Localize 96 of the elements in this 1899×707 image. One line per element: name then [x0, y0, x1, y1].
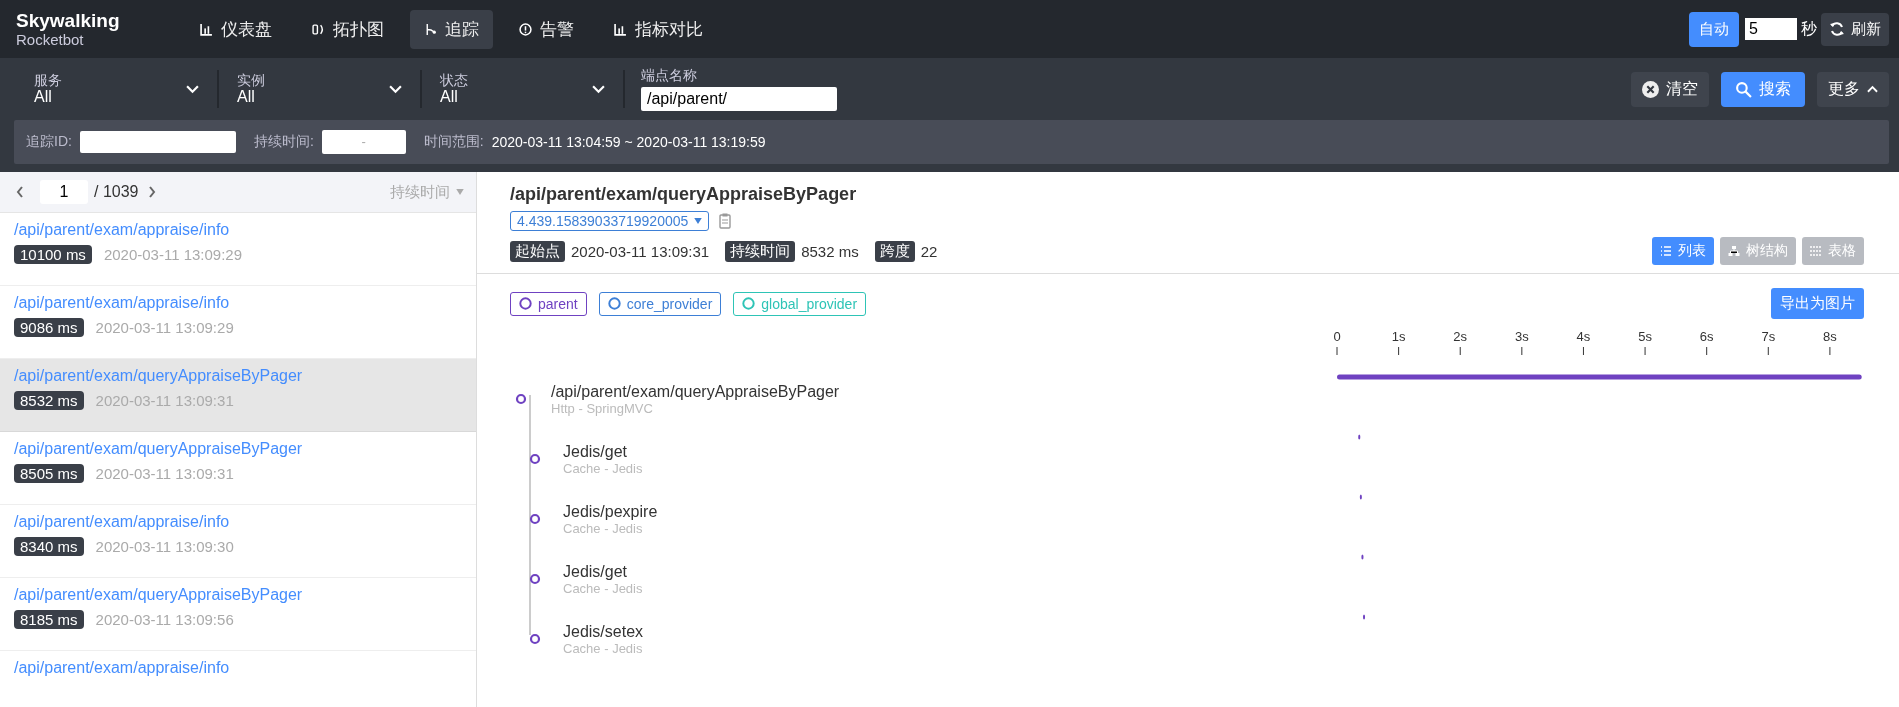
dropdown-triangle-icon — [694, 218, 703, 224]
meta-label: 持续时间 — [725, 240, 796, 262]
clear-button[interactable]: 清空 — [1631, 71, 1709, 107]
trace-id-field[interactable] — [79, 131, 236, 153]
chevron-down-icon — [389, 84, 402, 94]
brand-logo: Skywalking — [16, 11, 121, 30]
span-node-icon — [529, 453, 541, 465]
trace-list-item[interactable]: /api/parent/exam/appraise/info 8340 ms 2020-03-11 13:09:30 — [0, 505, 476, 578]
topology-icon — [312, 22, 325, 36]
duration-badge: 10100 ms — [14, 245, 92, 264]
axis-tick-label: 0 — [1333, 329, 1341, 344]
span-node-icon — [529, 513, 541, 525]
chevron-down-icon — [186, 84, 199, 94]
time-range-label: 时间范围: — [423, 133, 484, 151]
refresh-icon — [1829, 21, 1845, 37]
duration-badge: 8505 ms — [14, 464, 84, 483]
alert-icon — [519, 22, 532, 36]
meta-value: 2020-03-11 13:09:31 — [571, 242, 710, 260]
chevron-up-icon — [1867, 85, 1878, 93]
refresh-button[interactable]: 刷新 — [1821, 12, 1889, 46]
list-icon — [1660, 245, 1672, 257]
page-field[interactable]: 1 — [40, 180, 88, 204]
trace-time: 2020-03-11 13:09:31 — [95, 465, 234, 482]
axis-tick-label: 6s — [1699, 329, 1714, 344]
close-icon — [1642, 80, 1659, 98]
service-legend-tag: global_provider — [733, 291, 867, 316]
span-name[interactable]: /api/parent/exam/queryAppraiseByPager — [551, 382, 840, 401]
nav-tab[interactable]: 仪表盘 — [186, 9, 286, 49]
axis-tick-label: 3s — [1514, 329, 1529, 344]
span-name[interactable]: Jedis/get — [563, 562, 643, 581]
span-name[interactable]: Jedis/setex — [563, 622, 644, 641]
page-total: / 1039 — [94, 183, 139, 201]
chevron-down-icon — [592, 84, 605, 94]
brand-subtitle: Rocketbot — [16, 32, 85, 47]
trace-time: 2020-03-11 13:09:56 — [95, 611, 234, 628]
clipboard-icon[interactable] — [719, 213, 732, 229]
nav-tab[interactable]: 追踪 — [410, 9, 493, 49]
axis-tick-label: 1s — [1391, 329, 1406, 344]
time-range-value: 2020-03-11 13:04:59 ~ 2020-03-11 13:19:59 — [491, 134, 766, 150]
span-type: Cache - Jedis — [563, 640, 644, 656]
span-node-icon — [515, 393, 527, 405]
trace-list-item[interactable]: /api/parent/exam/appraise/info 10100 ms 2020-03-11 13:09:29 — [0, 213, 476, 286]
nav-tab[interactable]: 告警 — [505, 9, 588, 49]
span-name[interactable]: Jedis/get — [563, 442, 643, 461]
service-legend-tag: parent — [510, 291, 587, 316]
tree-icon — [1728, 245, 1740, 257]
duration-badge: 8532 ms — [14, 391, 84, 410]
filter-select[interactable]: 状态 All — [422, 70, 625, 108]
bar-chart-icon — [614, 22, 627, 36]
filter-select[interactable]: 服务 All — [16, 70, 219, 108]
meta-label: 起始点 — [510, 240, 565, 262]
trace-list-item[interactable]: /api/parent/exam/queryAppraiseByPager 8505 ms 2020-03-11 13:09:31 — [0, 432, 476, 505]
dropdown-triangle-icon — [456, 189, 464, 195]
span-type: Cache - Jedis — [563, 460, 643, 476]
duration-label: 持续时间: — [253, 133, 314, 151]
axis-tick-label: 4s — [1576, 329, 1591, 344]
trace-list-item[interactable]: /api/parent/exam/queryAppraiseByPager 8532 ms 2020-03-11 13:09:31 — [0, 359, 476, 432]
trace-id-label: 追踪ID: — [26, 133, 72, 151]
interval-field[interactable]: 5 — [1745, 18, 1797, 40]
search-icon — [1735, 80, 1752, 98]
bar-chart-icon — [200, 22, 213, 36]
branch-icon — [424, 22, 437, 36]
duration-badge: 8340 ms — [14, 537, 84, 556]
previous-page-icon[interactable] — [16, 186, 24, 198]
trace-time: 2020-03-11 13:09:29 — [103, 246, 243, 263]
service-legend-tag: core_provider — [598, 291, 722, 316]
span-type: Http - SpringMVC — [551, 400, 654, 416]
trace-id-select[interactable]: 4.439.15839033719920005 — [510, 211, 710, 231]
duration-badge: 9086 ms — [14, 318, 84, 337]
axis-tick-label: 7s — [1761, 329, 1776, 344]
meta-value: 8532 ms — [801, 242, 859, 260]
span-type: Cache - Jedis — [563, 520, 644, 536]
meta-label: 跨度 — [874, 240, 915, 262]
meta-value: 22 — [920, 242, 938, 260]
nav-tab[interactable]: 指标对比 — [600, 9, 717, 49]
axis-tick-label: 2s — [1453, 329, 1468, 344]
span-node-icon — [529, 573, 541, 585]
nav-tab[interactable]: 拓扑图 — [298, 9, 398, 49]
span-name[interactable]: Jedis/pexpire — [563, 502, 658, 521]
interval-unit: 秒 — [1801, 18, 1817, 39]
axis-tick-label: 5s — [1638, 329, 1652, 344]
span-node-icon — [529, 633, 541, 645]
trace-title: /api/parent/exam/queryAppraiseByPager — [510, 184, 858, 205]
next-page-icon[interactable] — [148, 186, 157, 198]
trace-time: 2020-03-11 13:09:29 — [95, 319, 234, 336]
filter-select[interactable]: 实例 All — [219, 70, 422, 108]
endpoint-label: 端点名称 — [641, 67, 698, 85]
trace-time: 2020-03-11 13:09:31 — [95, 392, 234, 409]
duration-badge: 8185 ms — [14, 610, 84, 629]
endpoint-field[interactable]: /api/parent/ — [641, 87, 837, 111]
table-icon — [1810, 245, 1822, 257]
axis-tick-label: 8s — [1823, 329, 1837, 344]
trace-time: 2020-03-11 13:09:30 — [95, 538, 234, 555]
span-type: Cache - Jedis — [563, 580, 643, 596]
more-button[interactable]: 更多 — [1817, 71, 1889, 107]
trace-list-item[interactable]: /api/parent/exam/queryAppraiseByPager 8185 ms 2020-03-11 13:09:56 — [0, 578, 476, 651]
